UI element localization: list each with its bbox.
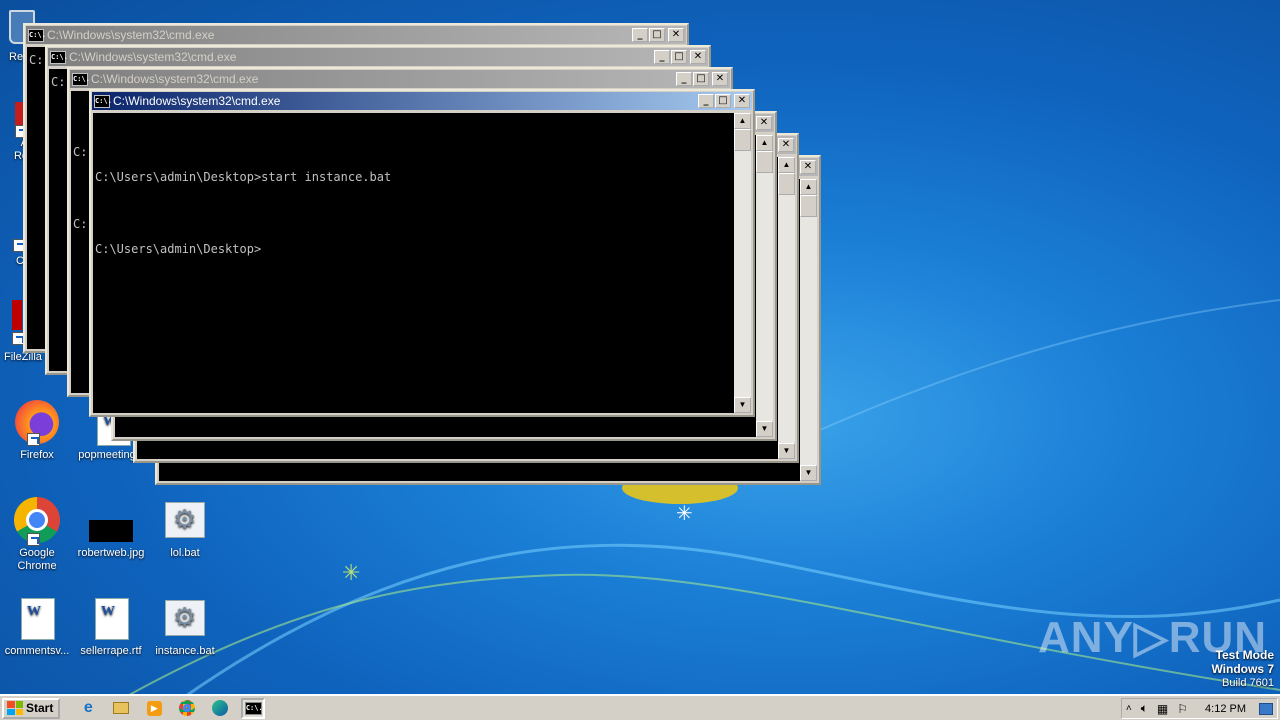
cmd-icon: C:\. [72, 72, 90, 86]
desktop-icon-label: commentsv... [4, 645, 70, 657]
vertical-scrollbar[interactable]: ▲ ▼ [800, 179, 817, 481]
console-output[interactable]: C:\Users\admin\Desktop>start instance.ba… [93, 113, 734, 413]
ccleaner-icon [1, 232, 26, 252]
scroll-thumb[interactable] [756, 151, 773, 173]
show-desktop-icon[interactable] [1259, 702, 1273, 715]
window-title: C:\Windows\system32\cmd.exe [113, 94, 281, 108]
desktop-icon-commentsv[interactable]: W commentsv... [0, 594, 74, 658]
minimize-button[interactable]: _ [698, 94, 714, 108]
desktop-icon-label: instance.bat [155, 645, 215, 657]
window-title: C:\Windows\system32\cmd.exe [91, 72, 259, 86]
desktop-icon-label: sellerrape.rtf [80, 645, 142, 657]
close-button[interactable]: ✕ [778, 138, 794, 152]
watermark-line: Build 7601 [1222, 677, 1274, 689]
filezilla-icon [0, 300, 25, 348]
scroll-down-button[interactable]: ▼ [800, 465, 817, 481]
scroll-thumb[interactable] [778, 173, 795, 195]
scroll-up-button[interactable]: ▲ [734, 113, 751, 129]
desktop-icon-label: C [16, 255, 24, 267]
scroll-down-button[interactable]: ▼ [734, 397, 751, 413]
scroll-down-button[interactable]: ▼ [778, 443, 795, 459]
scroll-up-button[interactable]: ▲ [800, 179, 817, 195]
start-label: Start [26, 701, 54, 715]
close-button[interactable]: ✕ [756, 116, 772, 130]
vertical-scrollbar[interactable]: ▲ ▼ [756, 135, 773, 437]
desktop-icon-label: lol.bat [170, 547, 200, 559]
close-button[interactable]: ✕ [668, 28, 684, 42]
media-player-icon[interactable]: ▶ [142, 698, 166, 719]
image-thumbnail-icon [87, 496, 135, 544]
anyrun-logo: ANY▷RUN [1038, 613, 1268, 662]
desktop-icon-lol-bat[interactable]: ⚙ lol.bat [148, 496, 222, 560]
show-hidden-icons-icon[interactable]: ˄ [1126, 703, 1132, 714]
close-button[interactable]: ✕ [734, 94, 750, 108]
minimize-button[interactable]: _ [654, 50, 670, 64]
close-button[interactable]: ✕ [690, 50, 706, 64]
cmd-icon[interactable]: C:\. [241, 697, 266, 719]
system-tray: ˄ 🔈︎ ▦ ⚐ 4:12 PM [1120, 698, 1278, 719]
desktop-icon-ccleaner[interactable]: C [0, 232, 26, 268]
scroll-up-button[interactable]: ▲ [756, 135, 773, 151]
file-explorer-icon[interactable] [109, 698, 133, 719]
maximize-button[interactable]: □ [693, 72, 709, 86]
window-title: C:\Windows\system32\cmd.exe [69, 50, 237, 64]
maximize-button[interactable]: □ [715, 94, 731, 108]
scroll-down-button[interactable]: ▼ [756, 421, 773, 437]
desktop-icon-label: Google Chrome [17, 547, 57, 572]
clock[interactable]: 4:12 PM [1205, 703, 1246, 715]
title-bar[interactable]: C:\. C:\Windows\system32\cmd.exe _ □ ✕ [26, 26, 686, 44]
minimize-button[interactable]: _ [676, 72, 692, 86]
taskbar: Start e ▶ C:\. ˄ 🔈︎ ▦ ⚐ 4:12 PM [0, 694, 1280, 720]
svg-text:✳: ✳ [676, 501, 693, 525]
console-line: C:\Users\admin\Desktop> [95, 242, 262, 256]
svg-text:✳: ✳ [342, 561, 360, 586]
cmd-icon: C:\. [50, 50, 68, 64]
watermark-line: Windows 7 [1211, 662, 1274, 676]
maximize-button[interactable]: □ [649, 28, 665, 42]
word-document-icon: W [87, 594, 135, 642]
desktop-icon-label: Firefox [20, 449, 54, 461]
firefox-icon [13, 398, 61, 446]
desktop-icon-google-chrome[interactable]: Google Chrome [0, 496, 74, 573]
batch-file-icon: ⚙ [161, 496, 209, 544]
network-icon[interactable]: ▦ [1157, 702, 1168, 716]
close-button[interactable]: ✕ [712, 72, 728, 86]
windows-logo-icon [7, 701, 23, 715]
cmd-icon: C:\. [94, 94, 112, 108]
start-button[interactable]: Start [2, 697, 61, 719]
cmd-window-active[interactable]: C:\. C:\Windows\system32\cmd.exe _ □ ✕ C… [89, 89, 755, 417]
action-center-flag-icon[interactable]: ⚐ [1177, 702, 1188, 716]
adobe-reader-icon [3, 102, 28, 138]
desktop-icon-sellerrape[interactable]: W sellerrape.rtf [74, 594, 148, 658]
word-document-icon: W [13, 594, 61, 642]
vertical-scrollbar[interactable]: ▲ ▼ [734, 113, 751, 413]
vertical-scrollbar[interactable]: ▲ ▼ [778, 157, 795, 459]
scroll-thumb[interactable] [800, 195, 817, 217]
console-line: C:\Users\admin\Desktop>start instance.ba… [95, 170, 392, 184]
desktop-icon-robertweb[interactable]: robertweb.jpg [74, 496, 148, 560]
edge-icon[interactable] [208, 698, 232, 719]
desktop-icon-label: robertweb.jpg [77, 547, 145, 559]
title-bar[interactable]: C:\. C:\Windows\system32\cmd.exe _ □ ✕ [92, 92, 752, 110]
title-bar[interactable]: C:\. C:\Windows\system32\cmd.exe _ □ ✕ [70, 70, 730, 88]
title-bar[interactable]: C:\. C:\Windows\system32\cmd.exe _ □ ✕ [48, 48, 708, 66]
scroll-up-button[interactable]: ▲ [778, 157, 795, 173]
batch-file-icon: ⚙ [161, 594, 209, 642]
close-button[interactable]: ✕ [800, 160, 816, 174]
desktop-icon-instance-bat[interactable]: ⚙ instance.bat [148, 594, 222, 658]
internet-explorer-icon[interactable]: e [76, 698, 100, 719]
chrome-icon [13, 496, 61, 546]
chrome-icon[interactable] [175, 698, 199, 719]
cmd-icon: C:\. [28, 28, 46, 42]
scroll-thumb[interactable] [734, 129, 751, 151]
maximize-button[interactable]: □ [671, 50, 687, 64]
minimize-button[interactable]: _ [632, 28, 648, 42]
desktop-icon-firefox[interactable]: Firefox [0, 398, 74, 462]
window-title: C:\Windows\system32\cmd.exe [47, 28, 215, 42]
volume-icon[interactable]: 🔈︎ [1141, 701, 1148, 716]
